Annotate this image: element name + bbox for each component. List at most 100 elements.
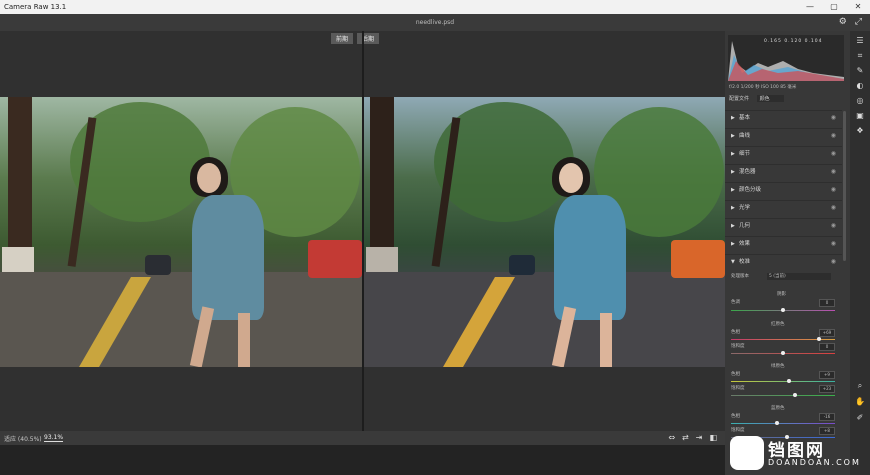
heal-brush-icon[interactable]: ✎ bbox=[855, 66, 865, 76]
red-sat-value[interactable]: 0 bbox=[819, 343, 835, 351]
section-effects[interactable]: ▶ 效果 ◉ bbox=[725, 236, 842, 251]
section-label: 颜色分级 bbox=[739, 187, 762, 193]
crop-icon[interactable]: ⌗ bbox=[855, 51, 865, 61]
shadow-tint-value[interactable]: 0 bbox=[819, 299, 835, 307]
section-color-grading[interactable]: ▶ 颜色分级 ◉ bbox=[725, 182, 842, 197]
shadow-tint-label: 色调 bbox=[731, 300, 740, 305]
swap-icon[interactable]: ⇄ bbox=[682, 433, 689, 442]
section-basic[interactable]: ▶ 基本 ◉ bbox=[725, 110, 842, 125]
green-sat-value[interactable]: +23 bbox=[819, 385, 835, 393]
blue-sat-value[interactable]: +8 bbox=[819, 427, 835, 435]
red-hue-value[interactable]: +69 bbox=[819, 329, 835, 337]
green-sat-label: 饱和度 bbox=[731, 386, 745, 391]
histogram: 0.165 0.120 0.104 bbox=[728, 35, 844, 81]
section-curve[interactable]: ▶ 曲线 ◉ bbox=[725, 128, 842, 143]
histogram-values: 0.165 0.120 0.104 bbox=[764, 39, 823, 44]
document-bar: needlive.psd ⚙ ⤢ bbox=[0, 14, 870, 31]
process-version-row: 处理版本 5 (当前) bbox=[731, 273, 835, 283]
process-version-select[interactable]: 5 (当前) bbox=[767, 273, 831, 280]
snapshot-icon[interactable]: ▣ bbox=[855, 111, 865, 121]
section-optics[interactable]: ▶ 光学 ◉ bbox=[725, 200, 842, 215]
slider-thumb[interactable] bbox=[775, 421, 779, 425]
blue-primary-title: 蓝原色 bbox=[771, 406, 785, 411]
slider-thumb[interactable] bbox=[817, 337, 821, 341]
before-road bbox=[0, 272, 362, 367]
blue-hue-slider[interactable] bbox=[731, 421, 835, 425]
section-label: 细节 bbox=[739, 151, 751, 157]
copy-settings-icon[interactable]: ⇥ bbox=[696, 433, 703, 442]
eye-icon[interactable]: ◉ bbox=[831, 183, 836, 197]
eye-icon[interactable]: ◉ bbox=[831, 147, 836, 161]
blue-hue-value[interactable]: -16 bbox=[819, 413, 835, 421]
view-mode-icons: ⇔ ⇄ ⇥ ◧ bbox=[668, 433, 717, 442]
section-label: 校准 bbox=[739, 259, 751, 265]
slider-thumb[interactable] bbox=[787, 379, 791, 383]
green-hue-label: 色相 bbox=[731, 372, 740, 377]
zoom-fit[interactable]: 适应 (40.5%) bbox=[4, 434, 42, 443]
close-button[interactable]: ✕ bbox=[846, 0, 870, 14]
section-detail[interactable]: ▶ 细节 ◉ bbox=[725, 146, 842, 161]
tool-strip: ☰ ⌗ ✎ ◐ ◎ ▣ ❖ ⌕ ✋ ✐ bbox=[850, 31, 870, 475]
section-label: 曲线 bbox=[739, 133, 751, 139]
slider-thumb[interactable] bbox=[793, 393, 797, 397]
after-photo[interactable] bbox=[364, 97, 725, 367]
section-label: 效果 bbox=[739, 241, 751, 247]
zoom-icon[interactable]: ⌕ bbox=[855, 381, 865, 391]
green-sat-row: 饱和度 +23 bbox=[731, 385, 835, 395]
green-hue-slider[interactable] bbox=[731, 379, 835, 383]
tab-before[interactable]: 前期 bbox=[331, 33, 354, 44]
chevron-right-icon: ▶ bbox=[731, 223, 735, 229]
blue-hue-row: 色相 -16 bbox=[731, 413, 835, 423]
section-calibration[interactable]: ▼ 校准 ◉ bbox=[725, 254, 842, 269]
eye-icon[interactable]: ◉ bbox=[831, 201, 836, 215]
mask-icon[interactable]: ◐ bbox=[855, 81, 865, 91]
eye-icon[interactable]: ◉ bbox=[831, 237, 836, 251]
eye-icon[interactable]: ◉ bbox=[831, 255, 836, 269]
sampler-icon[interactable]: ✐ bbox=[855, 413, 865, 423]
window-title: Camera Raw 13.1 bbox=[4, 3, 67, 11]
red-hue-slider[interactable] bbox=[731, 337, 835, 341]
before-photo[interactable] bbox=[0, 97, 362, 367]
minimize-button[interactable]: — bbox=[798, 0, 822, 14]
tab-after[interactable]: 后期 bbox=[357, 33, 380, 44]
camera-metadata: f/2.0 1/200 秒 ISO 100 85 毫米 bbox=[729, 85, 797, 90]
section-geometry[interactable]: ▶ 几何 ◉ bbox=[725, 218, 842, 233]
maximize-button[interactable]: ▢ bbox=[822, 0, 846, 14]
presets-icon[interactable]: ❖ bbox=[855, 126, 865, 136]
green-hue-value[interactable]: +9 bbox=[819, 371, 835, 379]
section-label: 几何 bbox=[739, 223, 751, 229]
chevron-right-icon: ▶ bbox=[731, 241, 735, 247]
section-label: 混色器 bbox=[739, 169, 756, 175]
chevron-right-icon: ▶ bbox=[731, 205, 735, 211]
green-sat-slider[interactable] bbox=[731, 393, 835, 397]
toggle-default-icon[interactable]: ◧ bbox=[709, 433, 717, 442]
eye-icon[interactable]: ◉ bbox=[831, 219, 836, 233]
profile-select[interactable]: 颜色 bbox=[756, 95, 784, 102]
edit-sliders-icon[interactable]: ☰ bbox=[855, 36, 865, 46]
section-label: 基本 bbox=[739, 115, 751, 121]
eye-icon[interactable]: ◉ bbox=[831, 165, 836, 179]
settings-gear-icon[interactable]: ⚙ bbox=[839, 17, 847, 27]
profile-label: 配置文件 bbox=[729, 96, 750, 102]
section-mixer[interactable]: ▶ 混色器 ◉ bbox=[725, 164, 842, 179]
red-eye-icon[interactable]: ◎ bbox=[855, 96, 865, 106]
fullscreen-icon[interactable]: ⤢ bbox=[855, 17, 862, 27]
shadow-tint-slider[interactable] bbox=[731, 308, 835, 312]
panel-scrollbar[interactable] bbox=[843, 111, 846, 261]
chevron-right-icon: ▶ bbox=[731, 187, 735, 193]
red-sat-slider[interactable] bbox=[731, 351, 835, 355]
docbar-icons: ⚙ ⤢ bbox=[839, 17, 862, 27]
shadows-title: 阴影 bbox=[777, 292, 786, 297]
zoom-level[interactable]: 93.1% bbox=[44, 434, 64, 442]
slider-thumb[interactable] bbox=[781, 308, 785, 312]
eye-icon[interactable]: ◉ bbox=[831, 129, 836, 143]
hand-icon[interactable]: ✋ bbox=[855, 397, 865, 407]
red-sat-label: 饱和度 bbox=[731, 344, 745, 349]
slider-thumb[interactable] bbox=[781, 351, 785, 355]
eye-icon[interactable]: ◉ bbox=[831, 111, 836, 125]
filmstrip bbox=[0, 445, 725, 475]
after-road bbox=[364, 272, 725, 367]
window-titlebar: Camera Raw 13.1 — ▢ ✕ bbox=[0, 0, 870, 14]
before-after-icon[interactable]: ⇔ bbox=[668, 433, 675, 442]
watermark-site: DOANDOAN.COM bbox=[768, 458, 861, 467]
